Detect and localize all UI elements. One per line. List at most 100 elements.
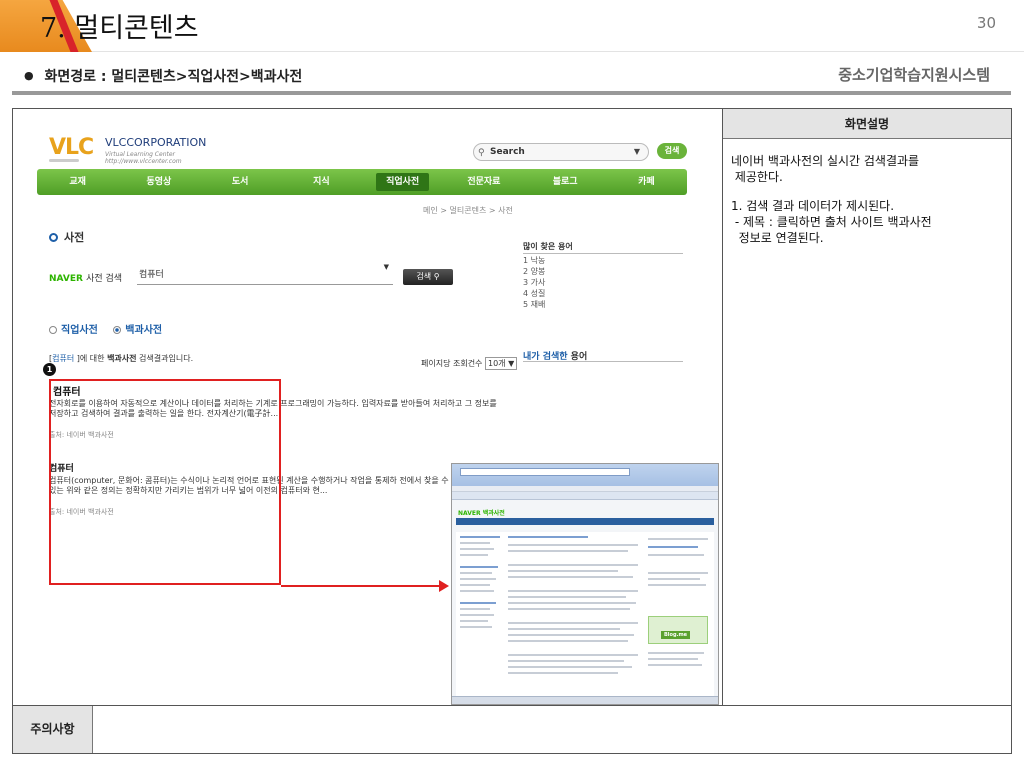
thumb-line xyxy=(460,566,498,568)
popular-term[interactable]: 1 낙농 xyxy=(523,255,545,266)
chevron-down-icon: ▼ xyxy=(633,147,640,156)
chevron-down-icon: ▼ xyxy=(508,359,515,368)
nav-item-books[interactable]: 도서 xyxy=(200,169,281,195)
blog-banner: Blog.me xyxy=(648,616,708,644)
highlight-box xyxy=(49,379,281,585)
notes-label: 주의사항 xyxy=(13,706,93,753)
description-line: - 제목 : 클릭하면 출처 사이트 백과사전 xyxy=(734,215,932,229)
nav-label: 도서 xyxy=(231,177,249,187)
nav-item-knowledge[interactable]: 지식 xyxy=(281,169,362,195)
description-paragraph: 네이버 백과사전의 실시간 검색결과를 제공한다. xyxy=(731,153,1007,185)
thumb-line xyxy=(508,550,628,552)
thumb-line xyxy=(648,578,700,580)
thumb-line xyxy=(648,652,704,654)
naver-encyclopedia-thumbnail: NAVER 백과사전 Blog.me xyxy=(451,463,719,705)
thumb-line xyxy=(508,634,634,636)
thumb-line xyxy=(508,628,620,630)
thumb-line xyxy=(460,536,500,538)
thumb-line xyxy=(460,602,496,604)
slide: 7. 멀티콘텐츠 30 ● 화면경로 : 멀티콘텐츠>직업사전>백과사전 중소기… xyxy=(0,0,1024,768)
nav-item-video[interactable]: 동영상 xyxy=(118,169,199,195)
thumb-line xyxy=(648,584,706,586)
summary-tail: 검색결과입니다. xyxy=(136,354,194,363)
thumb-line xyxy=(508,602,636,604)
nav-label: 지식 xyxy=(313,177,330,187)
per-page-select[interactable]: 10개 ▼ xyxy=(484,357,518,370)
arrow-head-icon xyxy=(439,580,449,592)
circle-icon xyxy=(49,233,58,242)
per-page-value: 10개 xyxy=(487,359,506,368)
thumb-line xyxy=(460,584,490,586)
divider xyxy=(523,361,683,362)
corp-tagline: Virtual Learning Center http://www.vlcce… xyxy=(105,151,182,165)
thumb-line xyxy=(508,666,632,668)
thumb-line xyxy=(508,570,618,572)
browser-tabbar xyxy=(452,492,718,500)
popular-terms-list: 1 낙농 2 양봉 3 가사 4 성질 5 재배 xyxy=(523,255,545,310)
thumb-line xyxy=(460,590,494,592)
ui-screenshot: VLC VLCCORPORATION Virtual Learning Cent… xyxy=(33,123,719,705)
page-number: 30 xyxy=(976,14,996,32)
dictionary-search-input[interactable]: 컴퓨터 ▼ xyxy=(137,263,393,285)
description-line: 정보로 연결된다. xyxy=(738,231,824,245)
thumb-line xyxy=(460,554,488,556)
thumb-line xyxy=(460,626,492,628)
nav-item-job-dictionary[interactable]: 직업사전 xyxy=(362,169,443,195)
thumb-line xyxy=(460,572,492,574)
thumb-line xyxy=(508,576,633,578)
slide-header: 7. 멀티콘텐츠 30 xyxy=(0,0,1024,52)
thumb-line xyxy=(508,672,618,674)
nav-label: 직업사전 xyxy=(376,173,430,191)
thumb-line xyxy=(508,608,630,610)
dictionary-search-button[interactable]: 검색 ⚲ xyxy=(403,269,453,285)
per-page-label: 페이지당 조회건수 xyxy=(421,359,483,368)
popular-term[interactable]: 2 양봉 xyxy=(523,266,545,277)
breadcrumb: 메인 > 멀티콘텐츠 > 사전 xyxy=(423,206,513,215)
nav-item-textbook[interactable]: 교재 xyxy=(37,169,118,195)
query-value: 컴퓨터 xyxy=(139,270,164,280)
route-text: 화면경로 : 멀티콘텐츠>직업사전>백과사전 xyxy=(44,69,303,85)
section-number: 7. xyxy=(40,13,66,44)
radio-encyclopedia[interactable]: 백과사전 xyxy=(113,325,162,336)
popular-term[interactable]: 5 재배 xyxy=(523,299,545,310)
nav-item-materials[interactable]: 전문자료 xyxy=(443,169,524,195)
browser-titlebar xyxy=(452,464,718,486)
thumb-line xyxy=(508,536,588,538)
thumb-line xyxy=(508,596,626,598)
nav-item-blog[interactable]: 블로그 xyxy=(525,169,606,195)
nav-label: 전문자료 xyxy=(467,177,501,187)
popular-term[interactable]: 3 가사 xyxy=(523,277,545,288)
naver-brand: NAVER xyxy=(49,274,83,284)
thumb-line xyxy=(648,538,708,540)
thumb-line xyxy=(460,620,488,622)
thumb-line xyxy=(508,564,638,566)
divider xyxy=(523,253,683,254)
popular-term[interactable]: 4 성질 xyxy=(523,288,545,299)
storyboard-frame: VLC VLCCORPORATION Virtual Learning Cent… xyxy=(12,108,1012,754)
top-search-select[interactable]: ⚲ Search ▼ xyxy=(473,143,649,161)
top-search-button[interactable]: 검색 xyxy=(657,143,687,159)
callout-badge: 1 xyxy=(43,363,56,376)
radio-job-dictionary[interactable]: 직업사전 xyxy=(49,325,98,336)
thumb-line xyxy=(460,608,490,610)
search-icon: ⚲ xyxy=(433,272,440,281)
result-summary: [컴퓨터 ]에 대한 백과사전 검색결과입니다. xyxy=(49,353,193,364)
nav-label: 카페 xyxy=(638,177,655,187)
vlc-logo[interactable]: VLC xyxy=(49,135,94,160)
thumb-content: Blog.me xyxy=(456,532,714,696)
screen-route: ● 화면경로 : 멀티콘텐츠>직업사전>백과사전 xyxy=(24,66,302,86)
corp-tagline-2: http://www.vlccenter.com xyxy=(105,158,182,165)
radio-label: 백과사전 xyxy=(125,325,163,336)
section-title: 멀티콘텐츠 xyxy=(74,13,199,44)
thumb-line xyxy=(460,614,494,616)
summary-keyword: 컴퓨터 xyxy=(52,354,75,363)
column-divider xyxy=(722,109,723,705)
nav-item-cafe[interactable]: 카페 xyxy=(606,169,687,195)
thumb-logo: NAVER 백과사전 xyxy=(458,510,505,517)
system-name: 중소기업학습지원시스템 xyxy=(838,66,990,84)
popular-terms-heading: 많이 찾은 용어 xyxy=(523,242,573,251)
callout-arrow xyxy=(281,585,443,587)
nav-label: 동영상 xyxy=(146,177,172,187)
summary-bold: 백과사전 xyxy=(107,354,137,363)
bullet-icon: ● xyxy=(24,69,34,82)
